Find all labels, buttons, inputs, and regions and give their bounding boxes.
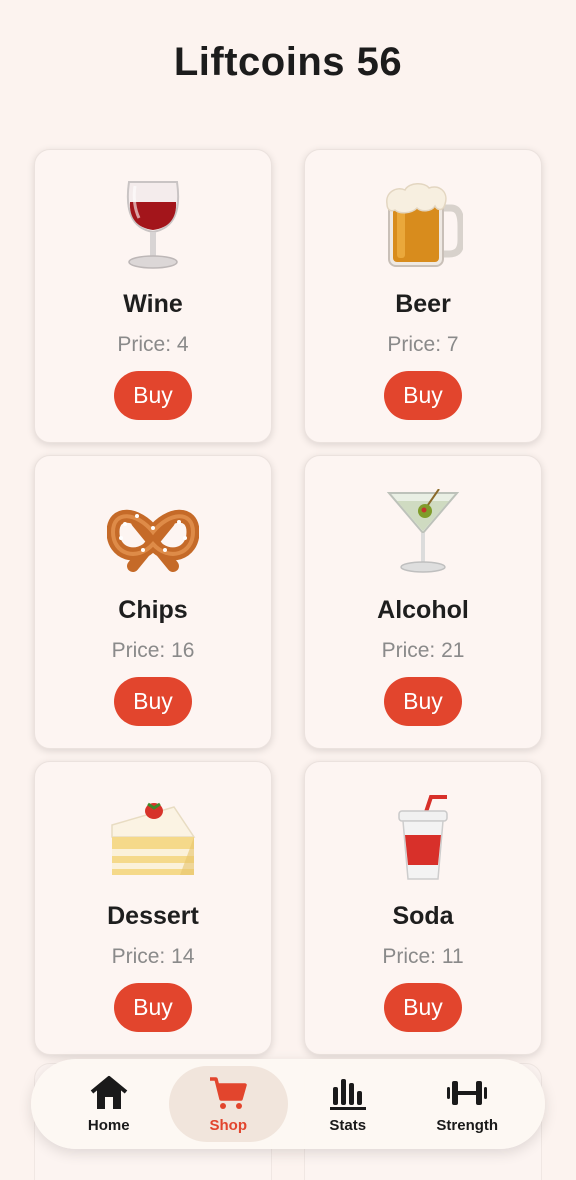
- shop-card-beer: Beer Price: 7 Buy: [304, 149, 542, 443]
- shop-card-soda: Soda Price: 11 Buy: [304, 761, 542, 1055]
- item-price: Price: 16: [111, 639, 195, 662]
- tab-home[interactable]: Home: [49, 1066, 169, 1142]
- buy-button[interactable]: Buy: [384, 983, 462, 1032]
- dumbbell-icon: [447, 1080, 488, 1105]
- item-name: Wine: [123, 290, 183, 318]
- tab-label: Stats: [329, 1116, 367, 1134]
- wine-glass-icon: [35, 180, 271, 272]
- tab-label: Strength: [436, 1116, 499, 1134]
- buy-button[interactable]: Buy: [114, 371, 192, 420]
- item-name: Beer: [395, 290, 451, 318]
- buy-button[interactable]: Buy: [384, 677, 462, 726]
- pretzel-icon: [35, 486, 271, 578]
- page-title: Liftcoins 56: [173, 40, 403, 84]
- shop-card-alcohol: Alcohol Price: 21 Buy: [304, 455, 542, 749]
- item-name: Soda: [392, 902, 454, 930]
- bar-chart-icon: [329, 1078, 366, 1110]
- shop-grid: Wine Price: 4 Buy Beer Price: 7 Buy Chip…: [34, 149, 544, 1055]
- buy-button[interactable]: Buy: [384, 371, 462, 420]
- shop-card-dessert: Dessert Price: 14 Buy: [34, 761, 272, 1055]
- cocktail-glass-icon: [305, 486, 541, 578]
- tab-shop[interactable]: Shop: [168, 1066, 288, 1142]
- cart-icon: [210, 1076, 247, 1109]
- item-price: Price: 11: [382, 945, 464, 968]
- home-icon: [90, 1075, 128, 1109]
- item-price: Price: 14: [111, 945, 195, 968]
- shop-card-chips: Chips Price: 16 Buy: [34, 455, 272, 749]
- item-price: Price: 4: [117, 333, 189, 356]
- bottom-tab-bar: Home Shop Stats Strength: [31, 1059, 545, 1149]
- tab-strength[interactable]: Strength: [408, 1066, 528, 1142]
- item-name: Chips: [118, 596, 188, 624]
- item-price: Price: 21: [381, 639, 465, 662]
- cup-with-straw-icon: [305, 792, 541, 884]
- item-name: Dessert: [107, 902, 199, 930]
- item-name: Alcohol: [377, 596, 469, 624]
- cake-icon: [35, 792, 271, 884]
- tab-label: Home: [87, 1116, 130, 1134]
- tab-stats[interactable]: Stats: [288, 1066, 408, 1142]
- buy-button[interactable]: Buy: [114, 983, 192, 1032]
- item-price: Price: 7: [387, 333, 459, 356]
- tab-label: Shop: [209, 1116, 248, 1134]
- buy-button[interactable]: Buy: [114, 677, 192, 726]
- beer-mug-icon: [305, 180, 541, 272]
- shop-card-wine: Wine Price: 4 Buy: [34, 149, 272, 443]
